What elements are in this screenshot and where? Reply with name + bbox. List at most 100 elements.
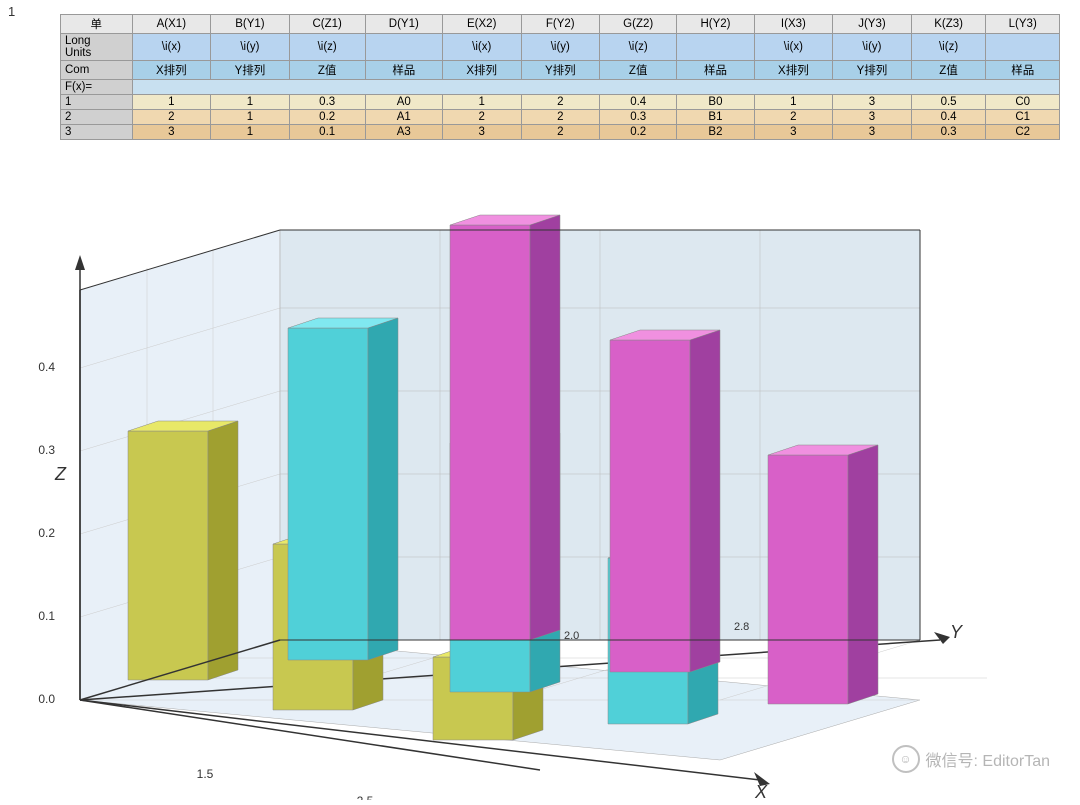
x-axis-label: X bbox=[754, 782, 768, 800]
cell-com-j: Y排列 bbox=[833, 61, 912, 80]
watermark-icon: ☺ bbox=[892, 745, 920, 773]
row-label-fx: F(x)= bbox=[61, 80, 133, 95]
col-header-h: H(Y2) bbox=[677, 15, 754, 34]
cell-3-j: 3 bbox=[833, 125, 912, 140]
col-header-e: E(X2) bbox=[442, 15, 521, 34]
table-corner: 单 bbox=[61, 15, 133, 34]
z-tick-0: 0.0 bbox=[38, 692, 55, 706]
cell-1-i: 1 bbox=[754, 95, 833, 110]
bar-x1y3-front bbox=[450, 225, 530, 640]
cell-2-e: 2 bbox=[442, 110, 521, 125]
z-tick-01: 0.1 bbox=[38, 609, 55, 623]
cell-com-h: 样品 bbox=[677, 61, 754, 80]
cell-2-h: B1 bbox=[677, 110, 754, 125]
col-header-l: L(Y3) bbox=[986, 15, 1060, 34]
cell-1-a: 1 bbox=[132, 95, 211, 110]
col-header-i: I(X3) bbox=[754, 15, 833, 34]
cell-1-e: 1 bbox=[442, 95, 521, 110]
row-label-2: 2 bbox=[61, 110, 133, 125]
cell-com-c: Z值 bbox=[289, 61, 365, 80]
cell-3-d: A3 bbox=[365, 125, 442, 140]
watermark-text: 微信号: EditorTan bbox=[926, 747, 1051, 771]
x-tick-15: 1.5 bbox=[197, 767, 214, 781]
row-label-3: 3 bbox=[61, 125, 133, 140]
cell-lu-d bbox=[365, 34, 442, 61]
bar-x3y3-side bbox=[848, 445, 878, 704]
cell-2-j: 3 bbox=[833, 110, 912, 125]
watermark: ☺ 微信号: EditorTan bbox=[892, 745, 1051, 773]
cell-3-l: C2 bbox=[986, 125, 1060, 140]
cell-3-f: 2 bbox=[521, 125, 600, 140]
z-tick-02: 0.2 bbox=[38, 526, 55, 540]
cell-com-l: 样品 bbox=[986, 61, 1060, 80]
cell-1-c: 0.3 bbox=[289, 95, 365, 110]
cell-fx bbox=[132, 80, 1059, 95]
col-header-d: D(Y1) bbox=[365, 15, 442, 34]
z-tick-03: 0.3 bbox=[38, 443, 55, 457]
y-tick-28: 2.8 bbox=[734, 621, 749, 633]
3d-bar-chart: Z X Y 0.0 0.1 0.2 0.3 0.4 1.5 2.5 3.5 1.… bbox=[0, 170, 1080, 800]
cell-1-k: 0.5 bbox=[911, 95, 986, 110]
y-axis-label: Y bbox=[950, 622, 964, 642]
col-header-a: A(X1) bbox=[132, 15, 211, 34]
bar-x1y3-side bbox=[530, 215, 560, 640]
cell-com-i: X排列 bbox=[754, 61, 833, 80]
row-label-long-units: LongUnits bbox=[61, 34, 133, 61]
cell-2-g: 0.3 bbox=[600, 110, 677, 125]
cell-3-g: 0.2 bbox=[600, 125, 677, 140]
cell-1-j: 3 bbox=[833, 95, 912, 110]
cell-lu-k: \i(z) bbox=[911, 34, 986, 61]
cell-com-a: X排列 bbox=[132, 61, 211, 80]
cell-2-c: 0.2 bbox=[289, 110, 365, 125]
cell-lu-c: \i(z) bbox=[289, 34, 365, 61]
bar-x1y1-front bbox=[128, 431, 208, 680]
cell-com-e: X排列 bbox=[442, 61, 521, 80]
col-header-k: K(Z3) bbox=[911, 15, 986, 34]
cell-1-g: 0.4 bbox=[600, 95, 677, 110]
col-header-f: F(Y2) bbox=[521, 15, 600, 34]
cell-com-g: Z值 bbox=[600, 61, 677, 80]
cell-3-c: 0.1 bbox=[289, 125, 365, 140]
cell-2-a: 2 bbox=[132, 110, 211, 125]
cell-3-b: 1 bbox=[211, 125, 290, 140]
z-tick-04: 0.4 bbox=[38, 360, 55, 374]
cell-2-b: 1 bbox=[211, 110, 290, 125]
cell-3-k: 0.3 bbox=[911, 125, 986, 140]
row-label-1: 1 bbox=[61, 95, 133, 110]
cell-lu-h bbox=[677, 34, 754, 61]
cell-lu-a: \i(x) bbox=[132, 34, 211, 61]
cell-2-k: 0.4 bbox=[911, 110, 986, 125]
cell-lu-f: \i(y) bbox=[521, 34, 600, 61]
cell-com-f: Y排列 bbox=[521, 61, 600, 80]
cell-1-h: B0 bbox=[677, 95, 754, 110]
cell-2-l: C1 bbox=[986, 110, 1060, 125]
cell-2-d: A1 bbox=[365, 110, 442, 125]
col-header-g: G(Z2) bbox=[600, 15, 677, 34]
page-number: 1 bbox=[8, 4, 15, 19]
cell-lu-l bbox=[986, 34, 1060, 61]
cell-lu-j: \i(y) bbox=[833, 34, 912, 61]
cell-3-i: 3 bbox=[754, 125, 833, 140]
cell-1-d: A0 bbox=[365, 95, 442, 110]
cell-lu-i: \i(x) bbox=[754, 34, 833, 61]
cell-2-f: 2 bbox=[521, 110, 600, 125]
col-header-b: B(Y1) bbox=[211, 15, 290, 34]
x-tick-25: 2.5 bbox=[357, 794, 374, 800]
cell-3-e: 3 bbox=[442, 125, 521, 140]
bar-x1y2-side bbox=[368, 318, 398, 660]
row-label-com: Com bbox=[61, 61, 133, 80]
cell-lu-g: \i(z) bbox=[600, 34, 677, 61]
z-axis-label: Z bbox=[54, 464, 67, 484]
cell-com-b: Y排列 bbox=[211, 61, 290, 80]
bar-x3y3-front bbox=[768, 455, 848, 704]
cell-1-b: 1 bbox=[211, 95, 290, 110]
cell-1-l: C0 bbox=[986, 95, 1060, 110]
data-table: 单 A(X1) B(Y1) C(Z1) D(Y1) E(X2) F(Y2) G(… bbox=[60, 14, 1060, 140]
cell-com-d: 样品 bbox=[365, 61, 442, 80]
bar-x1y2-front bbox=[288, 328, 368, 660]
cell-com-k: Z值 bbox=[911, 61, 986, 80]
cell-3-a: 3 bbox=[132, 125, 211, 140]
cell-lu-e: \i(x) bbox=[442, 34, 521, 61]
cell-lu-b: \i(y) bbox=[211, 34, 290, 61]
bar-x1y1-side bbox=[208, 421, 238, 680]
